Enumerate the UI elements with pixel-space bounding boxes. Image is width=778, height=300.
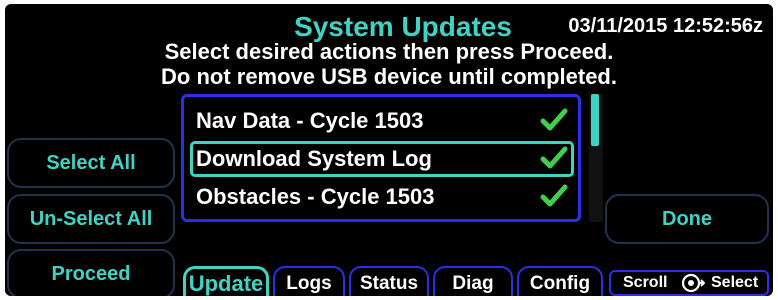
list-item-nav-data[interactable]: Nav Data - Cycle 1503: [190, 103, 574, 139]
scrollbar-thumb[interactable]: [591, 94, 599, 146]
tab-status[interactable]: Status: [349, 266, 429, 296]
list-item-label: Obstacles - Cycle 1503: [196, 184, 435, 209]
list-item-label: Nav Data - Cycle 1503: [196, 108, 424, 133]
tab-config[interactable]: Config: [517, 266, 603, 296]
knob-push-icon: [681, 273, 705, 293]
scroll-select-hint: Scroll Select: [609, 270, 769, 296]
checkmark-icon: [540, 108, 568, 131]
tab-update[interactable]: Update: [183, 266, 269, 296]
page-title: System Updates: [294, 11, 512, 42]
instruction-line-2: Do not remove USB device until completed…: [161, 64, 617, 89]
update-list: Nav Data - Cycle 1503 Download System Lo…: [181, 94, 581, 222]
scroll-label: Scroll: [623, 274, 668, 291]
list-item-download-system-log[interactable]: Download System Log: [190, 141, 574, 177]
select-label: Select: [711, 274, 759, 291]
instruction-line-1: Select desired actions then press Procee…: [164, 39, 614, 64]
select-all-button[interactable]: Select All: [7, 138, 175, 188]
unselect-all-button[interactable]: Un-Select All: [7, 194, 175, 244]
list-scrollbar[interactable]: [589, 94, 603, 222]
list-item-label: Download System Log: [196, 146, 432, 171]
proceed-button[interactable]: Proceed: [7, 249, 175, 296]
list-item-obstacles[interactable]: Obstacles - Cycle 1503: [190, 179, 574, 215]
datetime-readout: 03/11/2015 12:52:56z: [568, 15, 763, 37]
done-button[interactable]: Done: [605, 194, 769, 244]
system-updates-screen: System Updates 03/11/2015 12:52:56z Sele…: [5, 4, 773, 296]
tab-bar: Update Logs Status Diag Config: [181, 266, 611, 296]
checkmark-icon: [540, 184, 568, 207]
checkmark-icon: [540, 146, 568, 169]
tab-logs[interactable]: Logs: [273, 266, 345, 296]
tab-diag[interactable]: Diag: [433, 266, 513, 296]
